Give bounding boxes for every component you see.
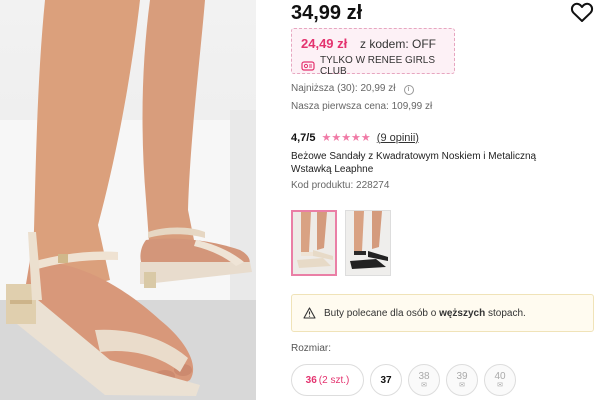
notice-text: Buty polecane dla osób o węższych stopac…: [324, 307, 526, 319]
club-text: TYLKO W RENEE GIRLS CLUB: [320, 55, 436, 77]
product-title: Beżowe Sandały z Kwadratowym Noskiem i M…: [291, 150, 581, 176]
size-option-39[interactable]: 39 ✉: [446, 364, 478, 396]
heart-icon: [570, 2, 594, 22]
thumbnail-beige[interactable]: [291, 210, 337, 276]
size-option-36[interactable]: 36 (2 szt.): [291, 364, 364, 396]
size-option-40[interactable]: 40 ✉: [484, 364, 516, 396]
thumbnail-gallery: [291, 210, 391, 276]
gift-card-icon: [301, 61, 315, 71]
reviews-link[interactable]: (9 opinii): [377, 132, 419, 144]
envelope-icon: ✉: [497, 382, 503, 389]
product-code: Kod produktu: 228274: [291, 180, 390, 191]
info-icon[interactable]: i: [403, 85, 414, 95]
warning-icon: [303, 307, 316, 319]
product-main-photo[interactable]: [0, 0, 256, 400]
sandal-photo-illustration: [0, 0, 256, 400]
product-price: 34,99 zł: [291, 2, 363, 24]
promo-code-text: z kodem: OFF: [360, 37, 437, 51]
product-details-panel: 34,99 zł 24,49 zł z kodem: OFF TYLKO W R…: [288, 0, 600, 400]
lowest-price-row: Najniższa (30): 20,99 zł i: [291, 83, 414, 95]
black-sandal-thumbnail: [346, 211, 390, 275]
envelope-icon: ✉: [459, 382, 465, 389]
promo-price: 24,49 zł: [301, 36, 348, 51]
size-option-38[interactable]: 38 ✉: [408, 364, 440, 396]
envelope-icon: ✉: [421, 382, 427, 389]
size-selector: 36 (2 szt.) 37 38 ✉ 39 ✉ 40 ✉: [291, 364, 516, 396]
rating-value: 4,7/5: [291, 131, 316, 144]
size-label: Rozmiar:: [291, 343, 332, 354]
rating-row: 4,7/5 ★★★★★ (9 opinii): [291, 131, 419, 145]
size-option-37[interactable]: 37: [370, 364, 402, 396]
club-badge: TYLKO W RENEE GIRLS CLUB: [301, 55, 454, 77]
add-to-favorites-button[interactable]: [570, 0, 594, 24]
thumbnail-black[interactable]: [345, 210, 391, 276]
lowest-price-text: Najniższa (30): 20,99 zł: [291, 83, 396, 94]
promo-code-box: 24,49 zł z kodem: OFF TYLKO W RENEE GIRL…: [291, 28, 455, 77]
product-title-line-2: Wstawką Leaphne: [291, 164, 374, 175]
rating-stars: ★★★★★: [321, 132, 371, 144]
first-price-text: Nasza pierwsza cena: 109,99 zł: [291, 101, 433, 112]
product-title-line-1: Beżowe Sandały z Kwadratowym Noskiem i M…: [291, 151, 537, 162]
fit-notice: Buty polecane dla osób o węższych stopac…: [291, 294, 594, 332]
beige-sandal-thumbnail: [293, 212, 335, 274]
